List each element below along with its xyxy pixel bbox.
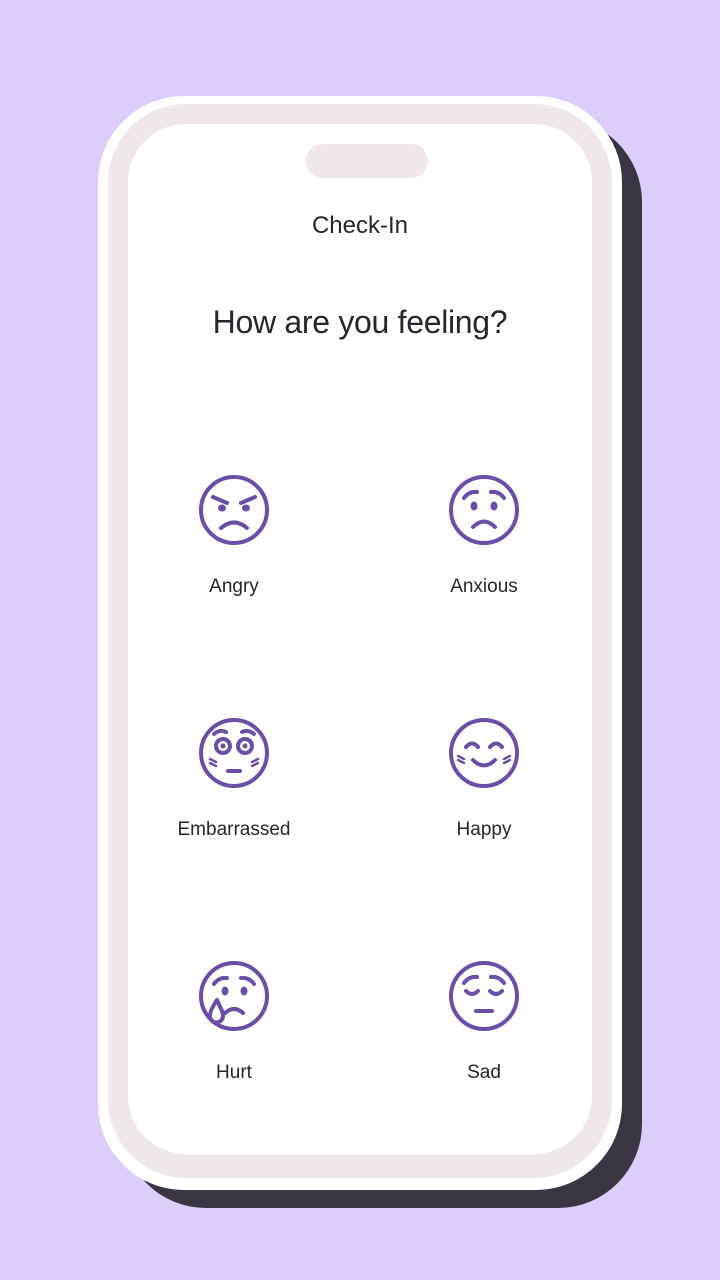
page-title: How are you feeling? xyxy=(212,304,508,340)
mood-option-sad[interactable]: Sad xyxy=(404,958,564,1108)
mood-label: Hurt xyxy=(216,1062,252,1083)
mood-option-hurt[interactable]: Hurt xyxy=(154,958,314,1108)
mood-label: Angry xyxy=(209,576,259,597)
mood-option-embarrassed[interactable]: Embarrassed xyxy=(154,715,314,865)
mood-label: Sad xyxy=(467,1062,501,1083)
embarrassed-face-icon xyxy=(199,718,269,788)
mood-label: Embarrassed xyxy=(177,819,291,840)
angry-face-icon xyxy=(199,475,269,545)
mood-option-angry[interactable]: Angry xyxy=(154,472,314,622)
happy-face-icon xyxy=(449,718,519,788)
app-title: Check-In xyxy=(311,212,409,239)
anxious-face-icon xyxy=(449,475,519,545)
phone-screen: Check-In How are you feeling? Angry Anxi… xyxy=(128,124,592,1154)
mood-label: Happy xyxy=(456,819,512,840)
hurt-face-icon xyxy=(199,961,269,1031)
mood-option-anxious[interactable]: Anxious xyxy=(404,472,564,622)
mood-option-happy[interactable]: Happy xyxy=(404,715,564,865)
mood-label: Anxious xyxy=(450,576,518,597)
sad-face-icon xyxy=(449,961,519,1031)
phone-notch xyxy=(306,144,428,178)
